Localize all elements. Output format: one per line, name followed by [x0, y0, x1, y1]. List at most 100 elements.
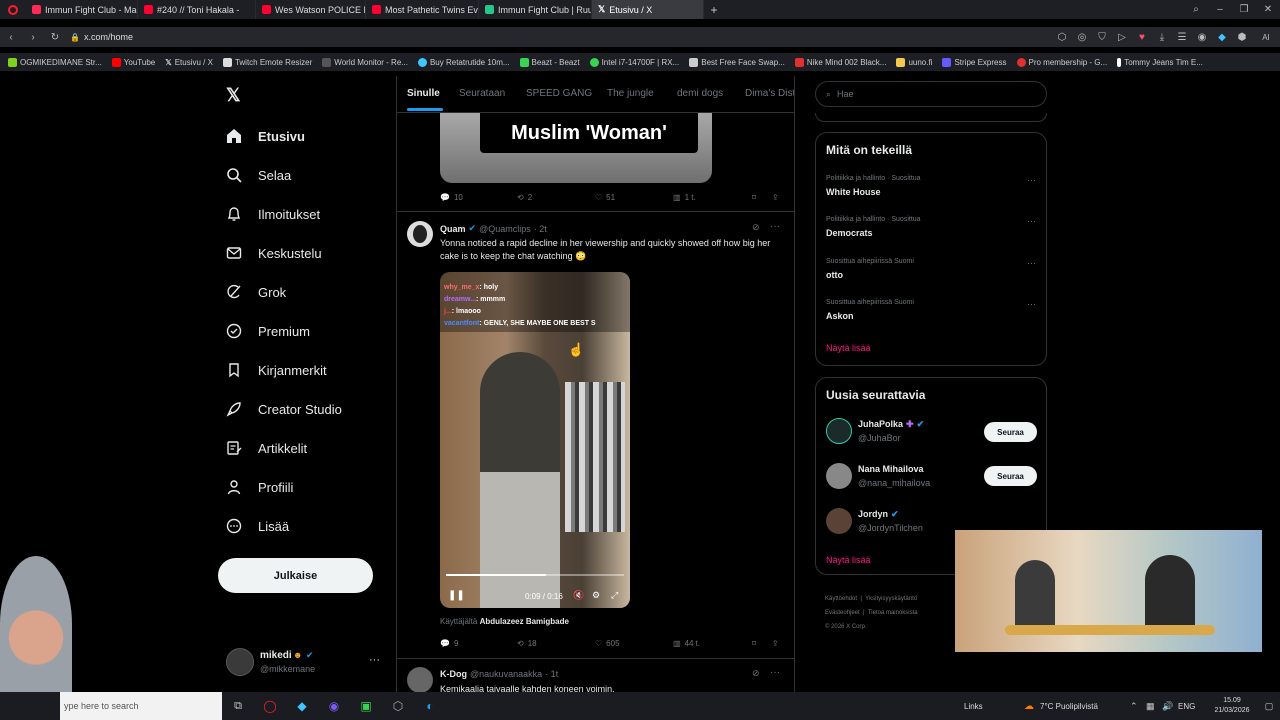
notification-icon[interactable]: ▢ [1258, 701, 1280, 712]
post-button[interactable]: Julkaise [218, 558, 373, 593]
nav-grok[interactable]: Grok [226, 281, 286, 303]
aria-icon[interactable]: ◆ [1212, 32, 1232, 43]
opera-taskbar-icon[interactable]: ◯ [254, 699, 286, 713]
nav-profile[interactable]: Profiili [226, 476, 293, 498]
pause-icon[interactable]: ❚❚ [448, 590, 465, 601]
tab-the-jungle[interactable]: The jungle [607, 88, 654, 99]
prev-post-media[interactable]: Muslim 'Woman' [440, 113, 712, 183]
opera-logo-icon[interactable] [0, 4, 26, 15]
suggested-name[interactable]: JuhaPolka [858, 419, 903, 430]
follow-button[interactable]: Seuraa [984, 422, 1037, 442]
author-name[interactable]: Quam [440, 224, 466, 234]
bookmark-item[interactable]: Nike Mind 002 Black... [794, 57, 886, 67]
grok-icon[interactable]: ⊘ [752, 222, 760, 233]
trend-item[interactable]: otto [826, 270, 843, 280]
nav-explore[interactable]: Selaa [226, 164, 291, 186]
suggested-avatar[interactable] [826, 463, 852, 489]
author-handle[interactable]: @Quamclips [479, 224, 531, 234]
x-logo-icon[interactable]: 𝕏 [226, 85, 246, 105]
url-field[interactable]: x.com/home [84, 32, 784, 42]
forward-icon[interactable]: › [22, 32, 44, 43]
extension-icon[interactable]: ⬡ [1052, 32, 1072, 43]
heart-icon[interactable]: ♥ [1132, 32, 1152, 43]
browser-tab[interactable]: Immun Fight Club | Ruutu [479, 0, 592, 19]
nav-bookmarks[interactable]: Kirjanmerkit [226, 359, 327, 381]
snapshot-icon[interactable]: ◎ [1072, 32, 1092, 43]
bookmark-item[interactable]: 𝕏 Etusivu / X [165, 58, 213, 67]
tab-demi-dogs[interactable]: demi dogs [677, 88, 723, 99]
network-icon[interactable]: ▦ [1146, 701, 1162, 712]
share-button[interactable]: ⇪ [772, 639, 779, 648]
task-view-icon[interactable]: ⧉ [222, 700, 254, 713]
start-area[interactable] [0, 692, 60, 720]
grok-icon[interactable]: ⊘ [752, 668, 760, 679]
new-tab-icon[interactable]: + [704, 3, 724, 17]
discord-taskbar-icon[interactable]: ◉ [318, 699, 350, 713]
author-avatar[interactable] [407, 221, 433, 247]
bookmark-item[interactable]: YouTube [111, 57, 155, 67]
app-taskbar-icon[interactable]: ▣ [350, 699, 382, 713]
ai-icon[interactable]: AI [1252, 33, 1280, 42]
browser-tab[interactable]: Wes Watson POLICE REPO [256, 0, 366, 19]
nav-notifications[interactable]: Ilmoitukset [226, 203, 320, 225]
bookmark-button[interactable]: ⌑ [752, 639, 756, 648]
browser-tab-active[interactable]: 𝕏 Etusivu / X [592, 0, 704, 19]
bookmark-item[interactable]: Stripe Express [942, 57, 1007, 67]
suggested-avatar[interactable] [826, 508, 852, 534]
trend-item[interactable]: Askon [826, 311, 854, 321]
clock[interactable]: 15.09 21/03/2026 [1206, 696, 1258, 716]
bookmark-item[interactable]: Best Free Face Swap... [689, 57, 785, 67]
suggested-avatar[interactable] [826, 418, 852, 444]
edge-taskbar-icon[interactable]: ◐ [414, 699, 446, 713]
tab-speed-gang[interactable]: SPEED GANG [526, 88, 592, 99]
post-time[interactable]: · 1t [545, 669, 558, 679]
footer-link[interactable]: Tietoa mainoksista [868, 610, 918, 616]
bookmark-item[interactable]: Pro membership - G... [1016, 57, 1107, 67]
suggested-name[interactable]: Nana Mihailova [858, 464, 924, 474]
search-tabs-icon[interactable]: ⌕ [1184, 4, 1208, 15]
app-taskbar-icon[interactable]: ⬡ [382, 699, 414, 713]
minimize-icon[interactable]: – [1208, 4, 1232, 15]
nav-creator-studio[interactable]: Creator Studio [226, 398, 342, 420]
search-input[interactable]: Hae [837, 89, 854, 99]
video-progress-track[interactable] [446, 574, 624, 576]
bookmark-item[interactable]: Intel i7-14700F | RX... [589, 57, 679, 67]
author-name[interactable]: K-Dog [440, 669, 467, 679]
back-icon[interactable]: ‹ [0, 32, 22, 43]
more-icon[interactable]: ··· [1027, 299, 1036, 309]
browser-tab[interactable]: #240 // Toni Hakala - [138, 0, 256, 19]
tab-for-you[interactable]: Sinulle [407, 88, 440, 99]
profile-icon[interactable]: ◉ [1192, 32, 1212, 43]
nav-home[interactable]: Etusivu [226, 125, 305, 147]
show-more-link[interactable]: Näytä lisää [826, 555, 871, 565]
share-button[interactable]: ⇪ [772, 193, 779, 202]
nav-more[interactable]: Lisää [226, 515, 289, 537]
bookmark-item[interactable]: uuno.fi [896, 57, 932, 67]
account-menu-icon[interactable]: ··· [369, 654, 380, 666]
repost-button[interactable]: ⟲ 2 [517, 193, 532, 202]
more-icon[interactable]: ··· [1027, 175, 1036, 185]
reload-icon[interactable]: ↻ [44, 32, 66, 43]
adblock-icon[interactable]: ⛉ [1092, 32, 1112, 43]
footer-link[interactable]: Evästeohjeet [825, 610, 860, 616]
settings-icon[interactable]: ⚙ [592, 590, 600, 601]
post-video[interactable]: why_me_x: holy dreamw...: mmmm j...: lma… [440, 272, 630, 608]
close-icon[interactable]: ✕ [1256, 4, 1280, 15]
author-handle[interactable]: @naukuvanaakka [470, 669, 542, 679]
bookmark-item[interactable]: World Monitor - Re... [322, 57, 408, 67]
volume-icon[interactable]: 🔊 [1162, 701, 1178, 712]
bookmark-item[interactable]: OGMIKEDIMANE Str... [8, 57, 102, 67]
like-button[interactable]: ♡ 605 [595, 639, 620, 648]
show-more-link[interactable]: Näytä lisää [826, 343, 871, 353]
footer-link[interactable]: Käyttöehdot [825, 596, 857, 602]
tab-following[interactable]: Seurataan [459, 88, 505, 99]
nav-messages[interactable]: Keskustelu [226, 242, 322, 264]
repost-button[interactable]: ⟲ 18 [517, 639, 537, 648]
bookmark-item[interactable]: Buy Retatrutide 10m... [417, 57, 510, 67]
fullscreen-icon[interactable]: ⤢ [611, 590, 618, 601]
author-avatar[interactable] [407, 667, 433, 693]
trend-item[interactable]: Democrats [826, 228, 873, 238]
tray-arrow-icon[interactable]: ⌃ [1130, 701, 1146, 712]
browser-tab[interactable]: Immun Fight Club - Mag [26, 0, 138, 19]
footer-link[interactable]: Yksityisyyskäytäntö [865, 596, 917, 602]
